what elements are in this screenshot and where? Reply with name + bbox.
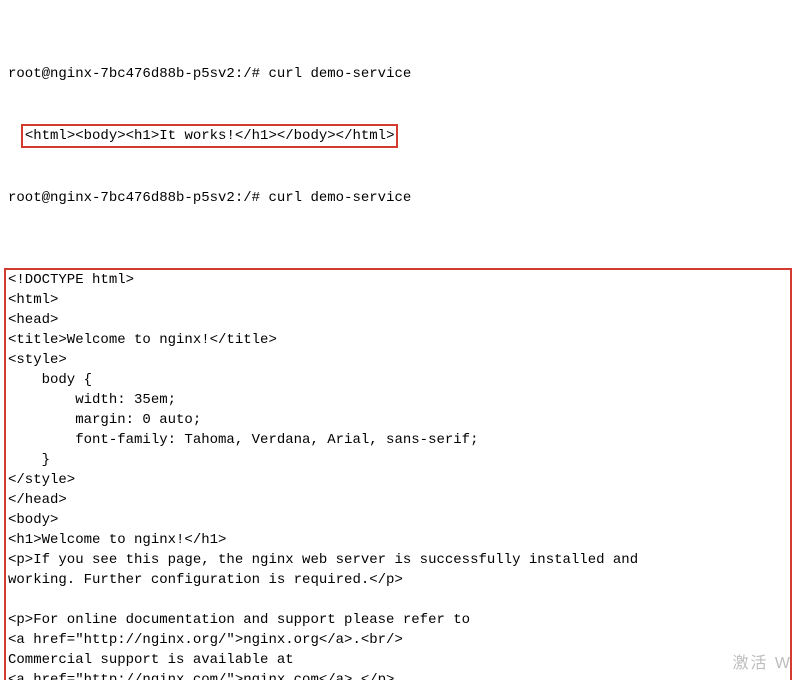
nginx-output-line: body {: [8, 370, 790, 390]
nginx-output-line: <style>: [8, 350, 790, 370]
highlight-box-short: <html><body><h1>It works!</h1></body></h…: [21, 124, 399, 148]
nginx-output-line: font-family: Tahoma, Verdana, Arial, san…: [8, 430, 790, 450]
nginx-output-line: <title>Welcome to nginx!</title>: [8, 330, 790, 350]
prompt-line-2: root@nginx-7bc476d88b-p5sv2:/# curl demo…: [8, 188, 792, 208]
nginx-output-line: width: 35em;: [8, 390, 790, 410]
nginx-output-line: <!DOCTYPE html>: [8, 270, 790, 290]
prompt: root@nginx-7bc476d88b-p5sv2:/#: [8, 66, 268, 82]
nginx-output-line: }: [8, 450, 790, 470]
nginx-output-line: <body>: [8, 510, 790, 530]
terminal[interactable]: root@nginx-7bc476d88b-p5sv2:/# curl demo…: [0, 0, 800, 680]
nginx-output-line: </style>: [8, 470, 790, 490]
nginx-output-line: margin: 0 auto;: [8, 410, 790, 430]
command: curl demo-service: [268, 190, 411, 206]
nginx-output-line: <p>If you see this page, the nginx web s…: [8, 550, 790, 570]
nginx-output-line: </head>: [8, 490, 790, 510]
nginx-output-line: <a href="http://nginx.org/">nginx.org</a…: [8, 630, 790, 650]
prompt-line-1: root@nginx-7bc476d88b-p5sv2:/# curl demo…: [8, 64, 792, 84]
nginx-output-line: <h1>Welcome to nginx!</h1>: [8, 530, 790, 550]
nginx-output-line: <html>: [8, 290, 790, 310]
highlight-box-large: <!DOCTYPE html><html><head><title>Welcom…: [4, 268, 792, 680]
nginx-output-line: <a href="http://nginx.com/">nginx.com</a…: [8, 670, 790, 680]
prompt: root@nginx-7bc476d88b-p5sv2:/#: [8, 190, 268, 206]
nginx-output-line: [8, 590, 790, 610]
nginx-output-line: working. Further configuration is requir…: [8, 570, 790, 590]
nginx-output-line: <p>For online documentation and support …: [8, 610, 790, 630]
nginx-output-line: Commercial support is available at: [8, 650, 790, 670]
nginx-output-line: <head>: [8, 310, 790, 330]
response-short-1: <html><body><h1>It works!</h1></body></h…: [25, 126, 395, 146]
command: curl demo-service: [268, 66, 411, 82]
